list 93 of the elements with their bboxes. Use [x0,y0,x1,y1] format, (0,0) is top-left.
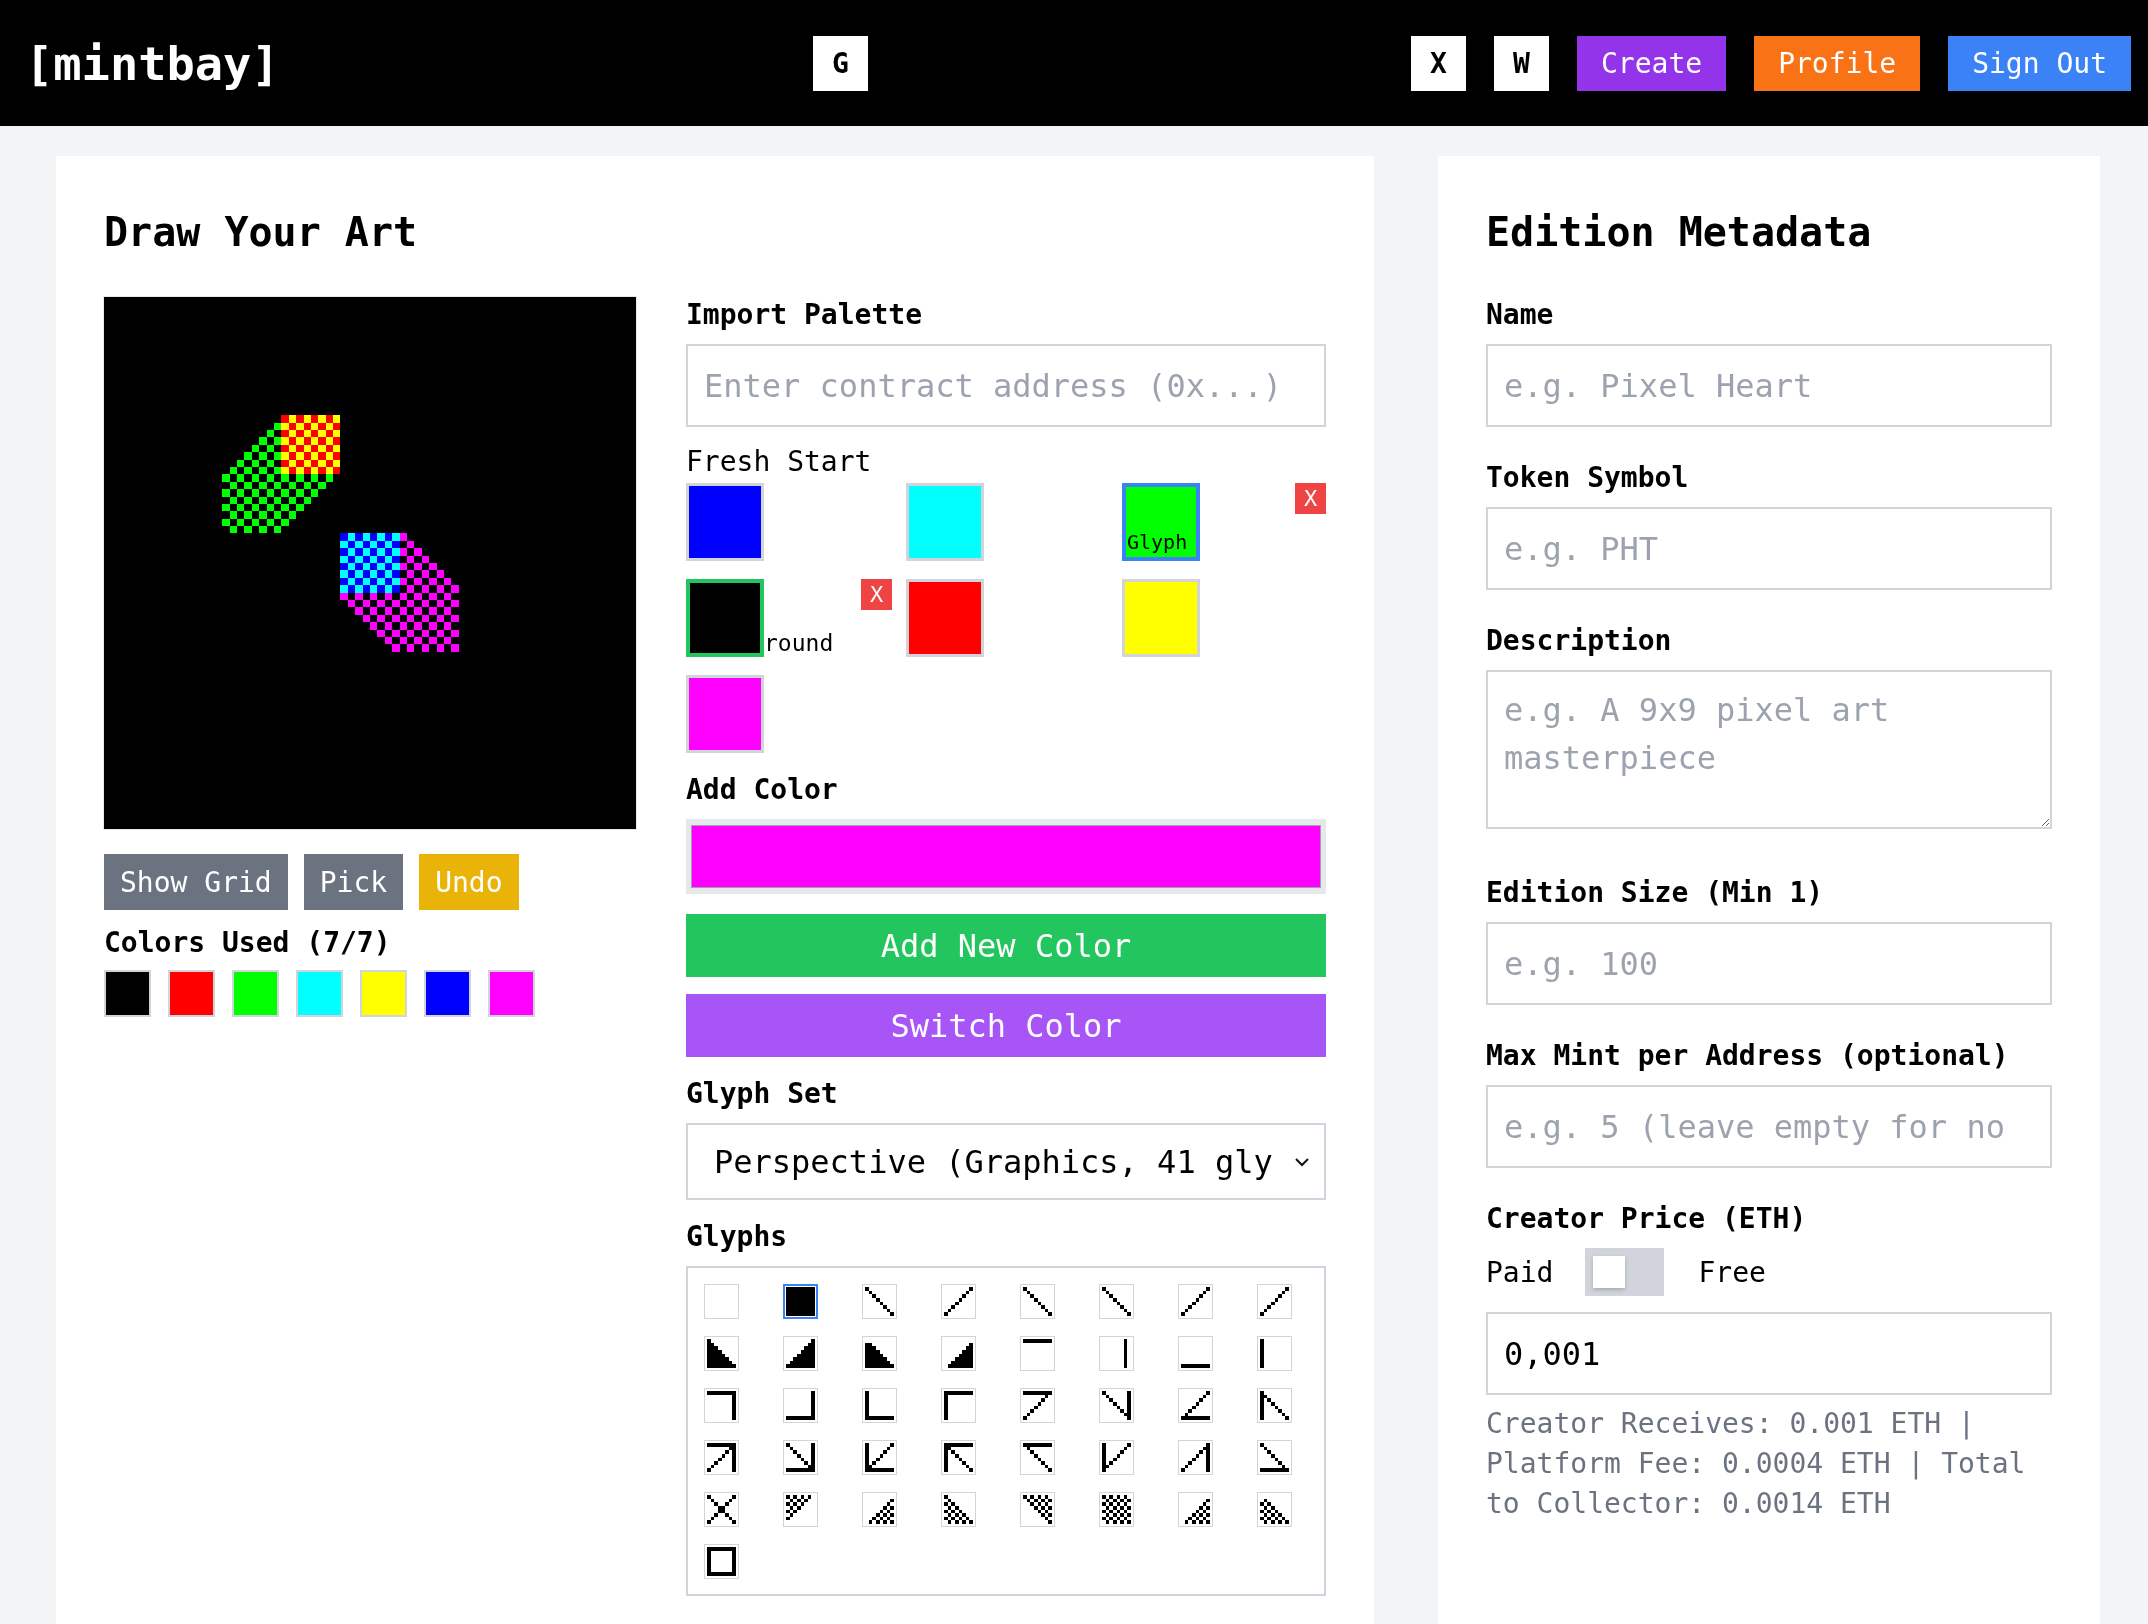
field-label: Import Palette [686,297,923,333]
panel-title: Draw Your Art [104,208,419,256]
glyph-icon [1260,1498,1289,1524]
color-swatch[interactable] [488,970,535,1017]
glyph-icon [786,1287,815,1316]
glyph-icon [1023,1391,1052,1420]
glyph-icon [1260,1391,1289,1420]
chevron-down-icon [1294,1156,1310,1167]
nav-button[interactable]: Create [1576,35,1727,91]
palette-swatch[interactable] [1122,483,1200,561]
section-label: Colors Used (7/7) [104,925,392,961]
nav-button[interactable]: G [813,35,868,91]
glyph-icon [1023,1339,1052,1343]
glyph-icon [1181,1287,1210,1316]
field-label: Glyphs [686,1219,789,1255]
field-label: Token Symbol [1486,460,1690,496]
nav-button[interactable]: W [1493,35,1549,91]
field-label: Name [1486,297,1555,333]
description-input[interactable]: e.g. A 9x9 pixel art masterpiece [1486,670,2052,829]
logo[interactable]: [mintbay] [25,35,813,91]
glyph-icon [707,1495,736,1524]
glyph-icon [1260,1287,1289,1316]
glyph-icon [707,1547,736,1576]
field-label: Glyph Set [686,1076,839,1112]
glyph-icon [1102,1495,1131,1524]
remove-button[interactable]: X [1295,483,1326,514]
glyph-icon [865,1443,894,1472]
glyph-icon [947,1342,973,1368]
tool-button[interactable]: Show Grid [104,854,288,910]
nav-button[interactable]: Profile [1754,35,1921,91]
color-swatch[interactable] [424,970,471,1017]
price-toggle[interactable] [1585,1248,1665,1296]
color-swatch[interactable] [168,970,215,1017]
glyph-icon [786,1391,815,1420]
glyph-icon [944,1495,973,1524]
color-swatch[interactable] [232,970,279,1017]
field-label: Max Mint per Address (optional) [1486,1038,2010,1074]
glyph-icon [1023,1287,1052,1316]
swatch-role-label: Glyph [1127,530,1188,554]
swatch-role-label: round [764,629,834,657]
toggle-label: Paid [1486,1255,1554,1289]
palette-swatch[interactable] [686,579,764,657]
glyph-icon [944,1443,973,1472]
glyph-icon [868,1498,894,1524]
glyph-icon [707,1443,736,1472]
glyph-icon [786,1339,815,1368]
glyph-icon [707,1339,736,1368]
glyph-icon [1123,1339,1128,1368]
glyph-icon [1181,1443,1210,1472]
glyph-icon [1023,1495,1052,1524]
text-input[interactable]: e.g. PHT [1486,507,2052,590]
palette-name: Fresh Start [686,445,873,479]
panel-title: Edition Metadata [1486,208,1873,256]
glyph-icon [865,1391,894,1420]
remove-button[interactable]: X [861,579,892,610]
glyph-icon [786,1495,812,1521]
glyph-icon [707,1391,736,1420]
field-label: Edition Size (Min 1) [1486,875,1825,911]
glyph-icon [1102,1391,1131,1420]
contract-address-input[interactable]: Enter contract address (0x...) [686,344,1326,427]
glyph-icon [865,1287,894,1316]
field-label: Creator Price (ETH) [1486,1201,1808,1237]
price-input[interactable]: 0,001 [1486,1312,2052,1395]
color-swatch[interactable] [296,970,343,1017]
glyph-icon [1023,1443,1052,1472]
glyph-icon [944,1391,973,1420]
glyph-icon [1260,1443,1289,1472]
glyph-icon [786,1443,815,1472]
tool-button[interactable]: Pick [303,854,404,910]
glyph-button[interactable] [783,1284,818,1319]
toggle-label: Free [1698,1255,1766,1289]
fee-summary: Creator Receives: 0.001 ETH | Platform Fee: 0.0004 ETH | Total to Collector: 0.0014 ETH [1486,1406,2027,1522]
glyph-icon [1102,1287,1131,1316]
action-button[interactable]: Switch Color [686,994,1326,1057]
text-input[interactable]: e.g. Pixel Heart [1486,344,2052,427]
color-picker-field[interactable] [686,819,1326,894]
glyph-icon [1102,1443,1131,1472]
field-label: Add Color [686,772,839,808]
glyph-icon [1181,1391,1210,1420]
glyph-set-select[interactable]: Perspective (Graphics, 41 gly [686,1123,1326,1200]
field-label: Description [1486,623,1673,659]
text-input[interactable]: e.g. 100 [1486,922,2052,1005]
glyph-icon [865,1342,894,1368]
glyph-icon [944,1287,973,1316]
nav-button[interactable]: X [1410,35,1466,91]
glyph-icon [1184,1498,1210,1524]
nav-button[interactable]: Sign Out [1948,35,2131,91]
color-swatch[interactable] [360,970,407,1017]
color-swatch[interactable] [104,970,151,1017]
glyph-icon [1181,1364,1210,1368]
pixel-art-canvas[interactable] [104,297,636,829]
text-input[interactable]: e.g. 5 (leave empty for no [1486,1085,2052,1168]
glyph-icon [1260,1339,1264,1368]
